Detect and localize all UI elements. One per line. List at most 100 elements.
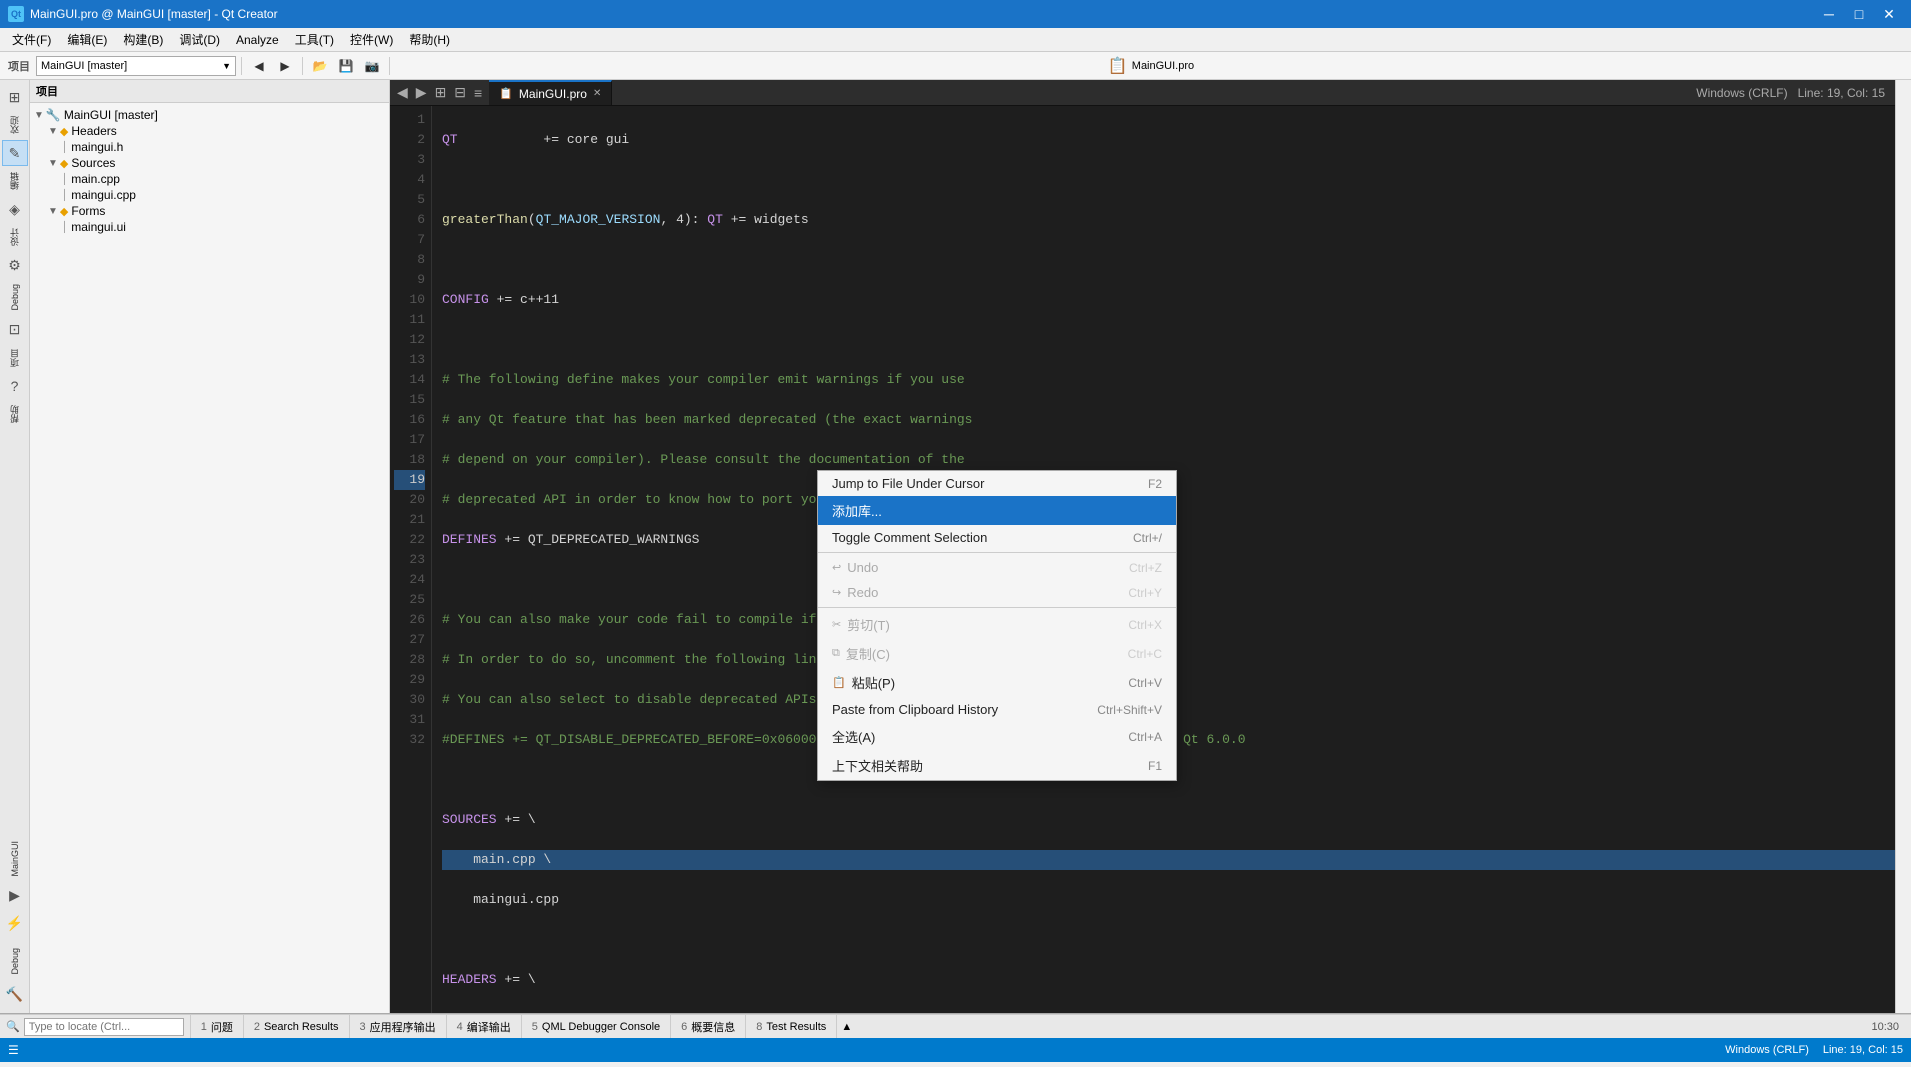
- ctx-add-library[interactable]: 添加库...: [818, 496, 1176, 525]
- tree-item-sources[interactable]: ▼ ◆ Sources: [30, 155, 389, 171]
- bottom-tab-test-results[interactable]: 8 Test Results: [746, 1015, 837, 1038]
- ctx-paste[interactable]: 📋 粘贴(P) Ctrl+V: [818, 668, 1176, 697]
- search-icon: 🔍: [6, 1020, 20, 1033]
- ctx-paste-label: 粘贴(P): [852, 673, 895, 692]
- close-button[interactable]: ✕: [1875, 4, 1903, 24]
- code-line-4: [442, 250, 1895, 270]
- file-tree[interactable]: ▼ 🔧 MainGUI [master] ▼ ◆ Headers │ maing…: [30, 103, 389, 1013]
- bottom-tabs: 🔍 1 问题 2 Search Results 3 应用程序输出 4 编译输出 …: [0, 1014, 1911, 1038]
- code-line-3: greaterThan(QT_MAJOR_VERSION, 4): QT += …: [442, 210, 1895, 230]
- line-num-27: 27: [394, 630, 425, 650]
- tab-num-5: 5: [532, 1021, 538, 1033]
- ctx-paste-shortcut: Ctrl+V: [1128, 676, 1162, 690]
- toolbar-save-btn[interactable]: 💾: [334, 55, 358, 77]
- maximize-button[interactable]: □: [1845, 4, 1873, 24]
- code-line-5: CONFIG += c++11: [442, 290, 1895, 310]
- sidebar-item-run-debug[interactable]: ⚡: [2, 910, 28, 936]
- menu-help[interactable]: 帮助(H): [401, 28, 458, 51]
- code-line-19: main.cpp \: [442, 850, 1895, 870]
- file-icon: │: [62, 190, 68, 201]
- ctx-cut: ✂ 剪切(T) Ctrl+X: [818, 610, 1176, 639]
- menu-analyze[interactable]: Analyze: [228, 28, 287, 51]
- sidebar-item-run[interactable]: ▶: [2, 882, 28, 908]
- menu-tools[interactable]: 工具(T): [287, 28, 342, 51]
- sidebar-item-help[interactable]: ?: [2, 373, 28, 399]
- menu-widgets[interactable]: 控件(W): [342, 28, 401, 51]
- line-num-11: 11: [394, 310, 425, 330]
- toolbar-open-btn[interactable]: 📂: [308, 55, 332, 77]
- line-num-7: 7: [394, 230, 425, 250]
- main-cpp-label: main.cpp: [71, 172, 120, 186]
- tree-item-maingui-ui[interactable]: │ maingui.ui: [30, 219, 389, 235]
- sidebar-item-welcome[interactable]: ⊞: [2, 84, 28, 110]
- ctx-separator-2: [818, 607, 1176, 608]
- debug-label: Debug: [8, 944, 22, 979]
- tab-menu-btn[interactable]: ≡: [471, 85, 485, 101]
- code-line-20: maingui.cpp: [442, 890, 1895, 910]
- tab-next-btn[interactable]: ▶: [413, 84, 430, 101]
- bottom-tab-compile-output[interactable]: 4 编译输出: [447, 1015, 522, 1038]
- bottom-tab-summary[interactable]: 6 概要信息: [671, 1015, 746, 1038]
- sidebar-item-build[interactable]: 🔨: [2, 981, 28, 1007]
- sidebar-item-design[interactable]: ◈: [2, 196, 28, 222]
- line-num-3: 3: [394, 150, 425, 170]
- tab-nav-buttons: ◀ ▶ ⊞ ⊟ ≡: [390, 80, 489, 105]
- sidebar-item-edit[interactable]: ✎: [2, 140, 28, 166]
- line-num-2: 2: [394, 130, 425, 150]
- tree-item-maingui-cpp[interactable]: │ maingui.cpp: [30, 187, 389, 203]
- tab-prev-btn[interactable]: ◀: [394, 84, 411, 101]
- ctx-toggle-comment[interactable]: Toggle Comment Selection Ctrl+/: [818, 525, 1176, 550]
- ctx-jump-to-file[interactable]: Jump to File Under Cursor F2: [818, 471, 1176, 496]
- cursor-pos-status: Line: 19, Col: 15: [1823, 1044, 1903, 1056]
- title-bar: Qt MainGUI.pro @ MainGUI [master] - Qt C…: [0, 0, 1911, 28]
- project-selector[interactable]: MainGUI [master] ▼: [36, 56, 236, 76]
- bottom-tab-expand-icon[interactable]: ▲: [841, 1021, 852, 1033]
- tree-item-main-cpp[interactable]: │ main.cpp: [30, 171, 389, 187]
- minimize-button[interactable]: ─: [1815, 4, 1843, 24]
- status-bar-toggle[interactable]: ☰: [8, 1043, 19, 1057]
- line-num-6: 6: [394, 210, 425, 230]
- ctx-toggle-comment-label: Toggle Comment Selection: [832, 530, 987, 545]
- folder-icon: ◆: [60, 205, 68, 218]
- bottom-tab-app-output-label: 应用程序输出: [370, 1019, 436, 1035]
- code-line-8: # any Qt feature that has been marked de…: [442, 410, 1895, 430]
- ctx-copy: ⧉ 复制(C) Ctrl+C: [818, 639, 1176, 668]
- tree-item-maingui-h[interactable]: │ maingui.h: [30, 139, 389, 155]
- active-file-display: 📋 MainGUI.pro: [395, 56, 1907, 76]
- menu-debug[interactable]: 调试(D): [171, 28, 228, 51]
- line-num-15: 15: [394, 390, 425, 410]
- toolbar-forward-btn[interactable]: ▶: [273, 55, 297, 77]
- bottom-tab-app-output[interactable]: 3 应用程序输出: [350, 1015, 447, 1038]
- sidebar-item-debug[interactable]: ⚙: [2, 252, 28, 278]
- menu-build[interactable]: 构建(B): [115, 28, 171, 51]
- ctx-context-help[interactable]: 上下文相关帮助 F1: [818, 751, 1176, 780]
- sidebar-item-projects[interactable]: ⊡: [2, 317, 28, 343]
- instance-label: MainGUI: [8, 837, 22, 881]
- tree-item-maingui-project[interactable]: ▼ 🔧 MainGUI [master]: [30, 107, 389, 123]
- ctx-paste-history[interactable]: Paste from Clipboard History Ctrl+Shift+…: [818, 697, 1176, 722]
- ctx-redo-label: Redo: [847, 585, 878, 600]
- tab-maingui-pro[interactable]: 📋 MainGUI.pro ✕: [489, 80, 612, 105]
- toolbar-separator-3: [389, 57, 390, 75]
- tab-close-icon[interactable]: ✕: [593, 88, 601, 99]
- arrow-icon: ▼: [48, 126, 58, 137]
- bottom-tab-issues[interactable]: 1 问题: [191, 1015, 244, 1038]
- locate-input[interactable]: [24, 1018, 184, 1036]
- tree-item-headers[interactable]: ▼ ◆ Headers: [30, 123, 389, 139]
- toolbar-snapshot-btn[interactable]: 📷: [360, 55, 384, 77]
- line-numbers: 1 2 3 4 5 6 7 8 9 10 11 12 13 14 15 16 1…: [390, 106, 432, 1013]
- tree-item-forms[interactable]: ▼ ◆ Forms: [30, 203, 389, 219]
- bottom-tab-qml-debugger[interactable]: 5 QML Debugger Console: [522, 1015, 671, 1038]
- line-num-4: 4: [394, 170, 425, 190]
- tab-split-btn[interactable]: ⊞: [432, 84, 450, 101]
- line-num-32: 32: [394, 730, 425, 750]
- bottom-tab-search[interactable]: 2 Search Results: [244, 1015, 350, 1038]
- tab-close-others-btn[interactable]: ⊟: [451, 84, 469, 101]
- toolbar-back-btn[interactable]: ◀: [247, 55, 271, 77]
- tab-status-area: Windows (CRLF) Line: 19, Col: 15: [1686, 80, 1895, 105]
- line-num-22: 22: [394, 530, 425, 550]
- line-num-30: 30: [394, 690, 425, 710]
- ctx-select-all[interactable]: 全选(A) Ctrl+A: [818, 722, 1176, 751]
- menu-file[interactable]: 文件(F): [4, 28, 59, 51]
- menu-edit[interactable]: 编辑(E): [59, 28, 115, 51]
